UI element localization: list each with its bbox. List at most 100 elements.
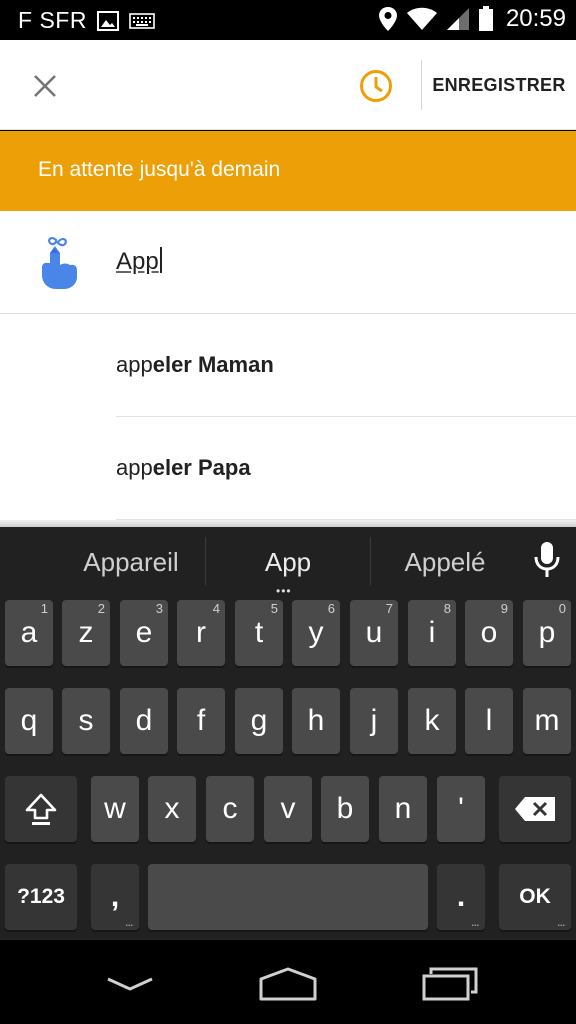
key-label: g	[250, 704, 268, 737]
suggestion-completion: eler Maman	[152, 352, 274, 377]
key-p[interactable]: p0	[523, 600, 571, 666]
key-label: j	[370, 704, 378, 737]
key-v[interactable]: v	[264, 776, 312, 842]
key-label: t	[254, 616, 264, 649]
microphone-icon[interactable]	[532, 541, 562, 579]
key-hint: 0	[558, 601, 566, 616]
wifi-icon	[406, 7, 437, 30]
key-d[interactable]: d	[120, 688, 168, 754]
key-e[interactable]: e3	[120, 600, 168, 666]
key-label: k	[424, 704, 440, 737]
keyboard-suggestion-left[interactable]: Appareil	[68, 547, 194, 578]
key-label: e	[135, 616, 153, 649]
key-k[interactable]: k	[408, 688, 456, 754]
key-more-dots: ...	[125, 918, 133, 928]
key-hint: 6	[327, 601, 335, 616]
suggestion-item[interactable]: app eler Papa	[116, 417, 576, 520]
key-apostrophe[interactable]: '	[437, 776, 485, 842]
text-caret	[159, 247, 162, 273]
more-suggestions-indicator: •••	[276, 584, 292, 598]
home-button[interactable]	[248, 962, 328, 1006]
snooze-banner-text: En attente jusqu'à demain	[38, 158, 281, 181]
key-label: p	[538, 616, 556, 649]
suggestion-item[interactable]: app eler Maman	[116, 314, 576, 417]
key-a[interactable]: a1	[5, 600, 53, 666]
close-icon	[34, 75, 56, 97]
space-key[interactable]	[148, 864, 428, 930]
key-label: n	[394, 792, 412, 825]
key-hint: 7	[385, 601, 393, 616]
key-u[interactable]: u7	[350, 600, 398, 666]
image-icon	[96, 10, 119, 31]
carrier-label: F SFR	[18, 7, 87, 33]
key-t[interactable]: t5	[235, 600, 283, 666]
keyboard: Appareil App ••• Appelé a1 z2 e3 r4 t5 y…	[0, 527, 576, 940]
key-label: h	[307, 704, 325, 737]
key-hint: 9	[500, 601, 508, 616]
keyboard-suggestion-strip: Appareil App ••• Appelé	[0, 527, 576, 598]
suggestion-divider	[205, 537, 206, 585]
key-label: .	[456, 880, 466, 913]
comma-key[interactable]: ,...	[91, 864, 139, 930]
key-label: s	[78, 704, 94, 737]
key-b[interactable]: b	[321, 776, 369, 842]
key-y[interactable]: y6	[292, 600, 340, 666]
snooze-button[interactable]	[352, 62, 400, 110]
key-n[interactable]: n	[379, 776, 427, 842]
keyboard-icon	[129, 12, 155, 29]
key-label: u	[365, 616, 383, 649]
key-label: OK	[519, 885, 551, 908]
key-g[interactable]: g	[235, 688, 283, 754]
key-h[interactable]: h	[292, 688, 340, 754]
key-j[interactable]: j	[350, 688, 398, 754]
key-label: z	[78, 616, 94, 649]
shift-key[interactable]	[5, 776, 77, 842]
key-label: m	[534, 704, 560, 737]
suggestion-match: app	[116, 455, 153, 480]
reminder-input-row[interactable]: App	[0, 211, 576, 314]
key-o[interactable]: o9	[465, 600, 513, 666]
recents-button[interactable]	[410, 962, 490, 1006]
key-more-dots: ...	[557, 918, 565, 928]
key-label: b	[336, 792, 354, 825]
battery-icon	[478, 6, 493, 31]
save-button[interactable]: ENREGISTRER	[422, 40, 576, 130]
key-q[interactable]: q	[5, 688, 53, 754]
key-m[interactable]: m	[523, 688, 571, 754]
key-x[interactable]: x	[148, 776, 196, 842]
key-label: w	[104, 792, 126, 825]
symbols-key[interactable]: ?123	[5, 864, 77, 930]
key-label: q	[20, 704, 38, 737]
ok-key[interactable]: OK...	[499, 864, 571, 930]
suggestion-divider	[370, 537, 371, 585]
key-r[interactable]: r4	[177, 600, 225, 666]
backspace-key[interactable]	[499, 776, 571, 842]
key-z[interactable]: z2	[62, 600, 110, 666]
key-label: ?123	[17, 885, 65, 908]
key-w[interactable]: w	[91, 776, 139, 842]
snooze-banner[interactable]: En attente jusqu'à demain	[0, 131, 576, 211]
keyboard-suggestion-right[interactable]: Appelé	[382, 547, 508, 578]
key-label: c	[222, 792, 238, 825]
key-label: y	[308, 616, 324, 649]
key-more-dots: ...	[471, 918, 479, 928]
key-hint: 1	[40, 601, 48, 616]
close-button[interactable]	[22, 63, 68, 109]
clock-icon	[360, 70, 392, 102]
key-s[interactable]: s	[62, 688, 110, 754]
key-label: f	[196, 704, 206, 737]
key-c[interactable]: c	[206, 776, 254, 842]
key-f[interactable]: f	[177, 688, 225, 754]
back-button[interactable]	[90, 962, 170, 1006]
key-label: '	[458, 792, 464, 825]
suggestion-completion: eler Papa	[152, 455, 251, 480]
period-key[interactable]: ....	[437, 864, 485, 930]
key-label: d	[135, 704, 153, 737]
key-i[interactable]: i8	[408, 600, 456, 666]
key-hint: 5	[270, 601, 278, 616]
key-label: l	[485, 704, 493, 737]
location-icon	[378, 7, 397, 31]
keyboard-suggestion-center[interactable]: App	[225, 547, 351, 578]
reminder-input[interactable]: App	[116, 247, 162, 276]
key-l[interactable]: l	[465, 688, 513, 754]
